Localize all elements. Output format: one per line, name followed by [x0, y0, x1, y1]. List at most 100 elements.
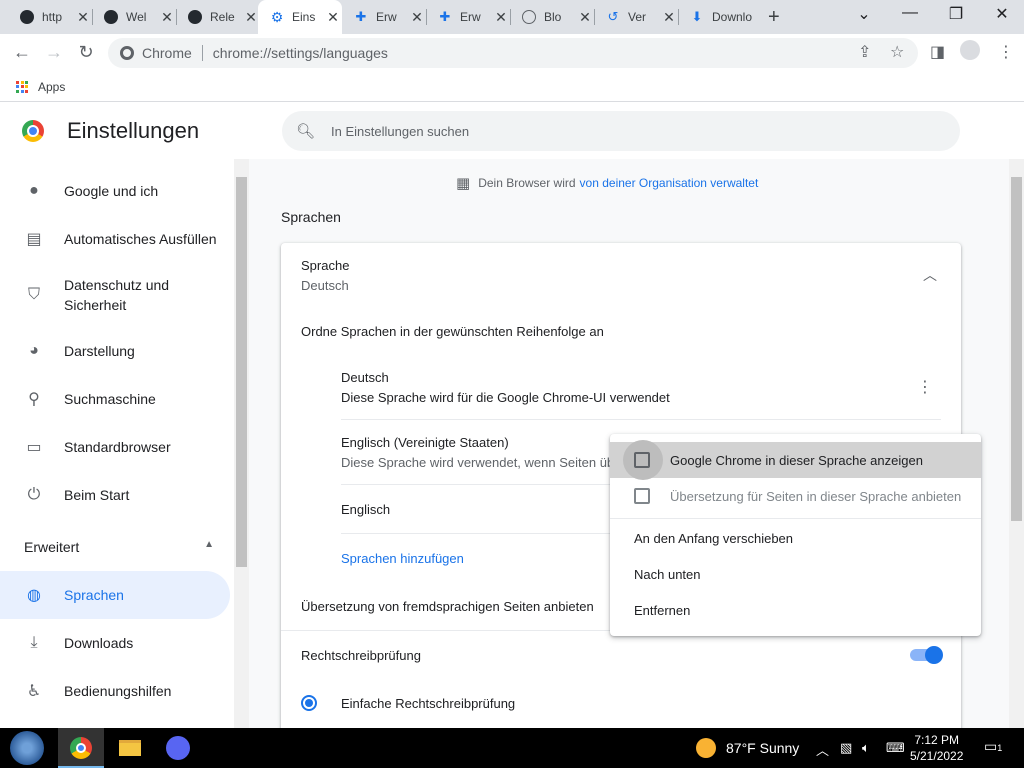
sidebar-advanced-toggle[interactable]: Erweitert ▲ — [24, 539, 214, 555]
tab-8[interactable]: ↺ Ver ✕ — [594, 0, 678, 34]
close-icon[interactable]: ✕ — [662, 9, 676, 26]
forward-button[interactable]: → — [42, 42, 66, 63]
sidebar-item-search-engine[interactable]: ⚲ Suchmaschine — [0, 375, 230, 423]
tray-chevron-icon[interactable]: ︿ — [816, 740, 829, 759]
bookmark-star-icon[interactable]: ☆ — [890, 42, 904, 62]
browser-window-icon: ▭ — [26, 439, 42, 456]
spellcheck-toggle[interactable] — [910, 646, 943, 664]
sidebar-item-appearance[interactable]: ◕ Darstellung — [0, 327, 230, 375]
search-placeholder: In Einstellungen suchen — [331, 123, 470, 139]
languages-section-title: Sprachen — [281, 209, 341, 225]
sidebar-item-autofill[interactable]: ▤ Automatisches Ausfüllen — [0, 215, 230, 263]
profile-avatar[interactable] — [960, 40, 980, 60]
new-tab-button[interactable]: + — [768, 6, 780, 29]
volume-icon[interactable]: 🔈︎ — [862, 740, 870, 756]
sidebar-item-google[interactable]: ● Google und ich — [0, 167, 230, 215]
sidebar-item-label: Automatisches Ausfüllen — [64, 231, 217, 247]
more-options-icon[interactable]: ⋮ — [917, 377, 933, 397]
file-explorer-icon[interactable] — [116, 734, 144, 762]
tab-9[interactable]: ⬇ Downlo — [678, 0, 762, 34]
tab-6[interactable]: ✚ Erw ✕ — [426, 0, 510, 34]
close-icon[interactable]: ✕ — [326, 9, 340, 26]
sidebar-scrollbar[interactable] — [234, 159, 249, 728]
tab-2[interactable]: Wel ✕ — [92, 0, 176, 34]
tab-5[interactable]: ✚ Erw ✕ — [342, 0, 426, 34]
close-icon[interactable]: ✕ — [410, 9, 424, 26]
main-scrollbar[interactable] — [1009, 159, 1024, 728]
order-instructions: Ordne Sprachen in der gewünschten Reihen… — [301, 324, 604, 339]
weather-sun-icon — [696, 738, 716, 758]
discord-icon[interactable] — [164, 734, 192, 762]
notification-icon[interactable]: ▭1 — [984, 738, 1002, 755]
basic-spellcheck-radio[interactable] — [301, 695, 317, 711]
apps-bookmark[interactable]: Apps — [38, 80, 65, 94]
side-panel-icon[interactable]: ◨ — [930, 42, 945, 62]
language-entry-desc: Diese Sprache wird für die Google Chrome… — [341, 390, 670, 405]
language-entry-desc: Diese Sprache wird verwendet, wenn Seite… — [341, 455, 622, 470]
menu-item-label: Entfernen — [634, 602, 691, 618]
tab-4-active[interactable]: ⚙ Eins ✕ — [258, 0, 342, 34]
minimize-button[interactable]: — — [898, 4, 922, 22]
omnibox-chip: Chrome — [142, 45, 192, 61]
checkbox[interactable] — [634, 488, 650, 504]
input-method-icon[interactable]: ⌨︎ — [886, 740, 905, 756]
sidebar-item-downloads[interactable]: ⤓ Downloads — [0, 619, 230, 667]
accessibility-icon: ♿︎ — [26, 683, 42, 700]
close-window-button[interactable]: ✕ — [990, 4, 1014, 24]
network-icon[interactable]: ▧ — [840, 740, 852, 756]
close-icon[interactable]: ✕ — [244, 9, 258, 26]
sidebar-item-label: Bedienungshilfen — [64, 683, 172, 699]
menu-item-move-down[interactable]: Nach unten — [610, 556, 981, 592]
weather-text[interactable]: 87°F Sunny — [726, 740, 799, 756]
tab-search-icon[interactable]: ⌄ — [852, 4, 876, 24]
add-languages-link[interactable]: Sprachen hinzufügen — [341, 551, 464, 566]
address-bar[interactable]: Chrome chrome://settings/languages — [108, 38, 918, 68]
clock-date: 5/21/2022 — [910, 749, 964, 763]
chrome-taskbar-icon[interactable] — [67, 734, 95, 762]
palette-icon: ◕ — [29, 342, 39, 359]
tab-7[interactable]: Blo ✕ — [510, 0, 594, 34]
chrome-logo-icon — [22, 120, 44, 142]
bookmarks-bar: Apps — [0, 72, 1024, 102]
menu-item-remove[interactable]: Entfernen — [610, 592, 981, 628]
settings-search-input[interactable]: 🔍︎ In Einstellungen suchen — [282, 111, 960, 151]
menu-item-offer-translate[interactable]: Übersetzung für Seiten in dieser Sprache… — [610, 478, 981, 514]
back-button[interactable]: ← — [10, 42, 34, 63]
page-title: Einstellungen — [67, 118, 200, 143]
tab-title: Ver — [628, 10, 647, 24]
globe-icon — [522, 10, 536, 24]
menu-item-label: An den Anfang verschieben — [634, 530, 794, 546]
restore-button[interactable]: ❐ — [944, 4, 968, 24]
globe-icon: ◍ — [27, 587, 41, 604]
language-entry-name: Deutsch — [341, 370, 389, 385]
share-icon[interactable]: ⇪ — [858, 42, 871, 62]
close-icon[interactable]: ✕ — [494, 9, 508, 26]
close-icon[interactable]: ✕ — [160, 9, 174, 26]
tab-1[interactable]: http ✕ — [8, 0, 92, 34]
close-icon[interactable]: ✕ — [578, 9, 592, 26]
sidebar-item-privacy[interactable]: ⛉ Datenschutz und Sicherheit — [0, 263, 230, 327]
sidebar-item-startup[interactable]: ⏻ Beim Start — [0, 471, 230, 519]
tab-title: Erw — [376, 10, 397, 24]
checkbox[interactable] — [634, 452, 650, 468]
close-icon[interactable]: ✕ — [76, 9, 90, 26]
sidebar-item-languages[interactable]: ◍ Sprachen — [0, 571, 230, 619]
start-button[interactable] — [10, 731, 44, 765]
tab-title: Eins — [292, 10, 316, 24]
sidebar-item-accessibility[interactable]: ♿︎ Bedienungshilfen — [0, 667, 230, 715]
taskbar-clock[interactable]: 7:12 PM 5/21/2022 — [910, 732, 963, 764]
tab-3[interactable]: Rele ✕ — [176, 0, 260, 34]
github-dark-icon — [20, 10, 34, 24]
collapse-chevron-icon[interactable]: ︿ — [923, 265, 937, 285]
reload-button[interactable]: ↻ — [74, 42, 98, 63]
managed-link[interactable]: von deiner Organisation verwaltet — [580, 176, 759, 190]
settings-header: Einstellungen 🔍︎ In Einstellungen suchen — [0, 103, 1024, 159]
language-entry-name: Englisch (Vereinigte Staaten) — [341, 435, 509, 450]
tab-title: Wel — [126, 10, 147, 24]
menu-kebab-icon[interactable]: ⋮ — [998, 42, 1014, 62]
sidebar: ● Google und ich ▤ Automatisches Ausfüll… — [0, 159, 234, 728]
sidebar-item-default-browser[interactable]: ▭ Standardbrowser — [0, 423, 230, 471]
tab-title: Downlo — [712, 10, 753, 24]
menu-item-display-in-language[interactable]: Google Chrome in dieser Sprache anzeigen — [610, 440, 981, 480]
menu-item-move-top[interactable]: An den Anfang verschieben — [610, 520, 981, 556]
